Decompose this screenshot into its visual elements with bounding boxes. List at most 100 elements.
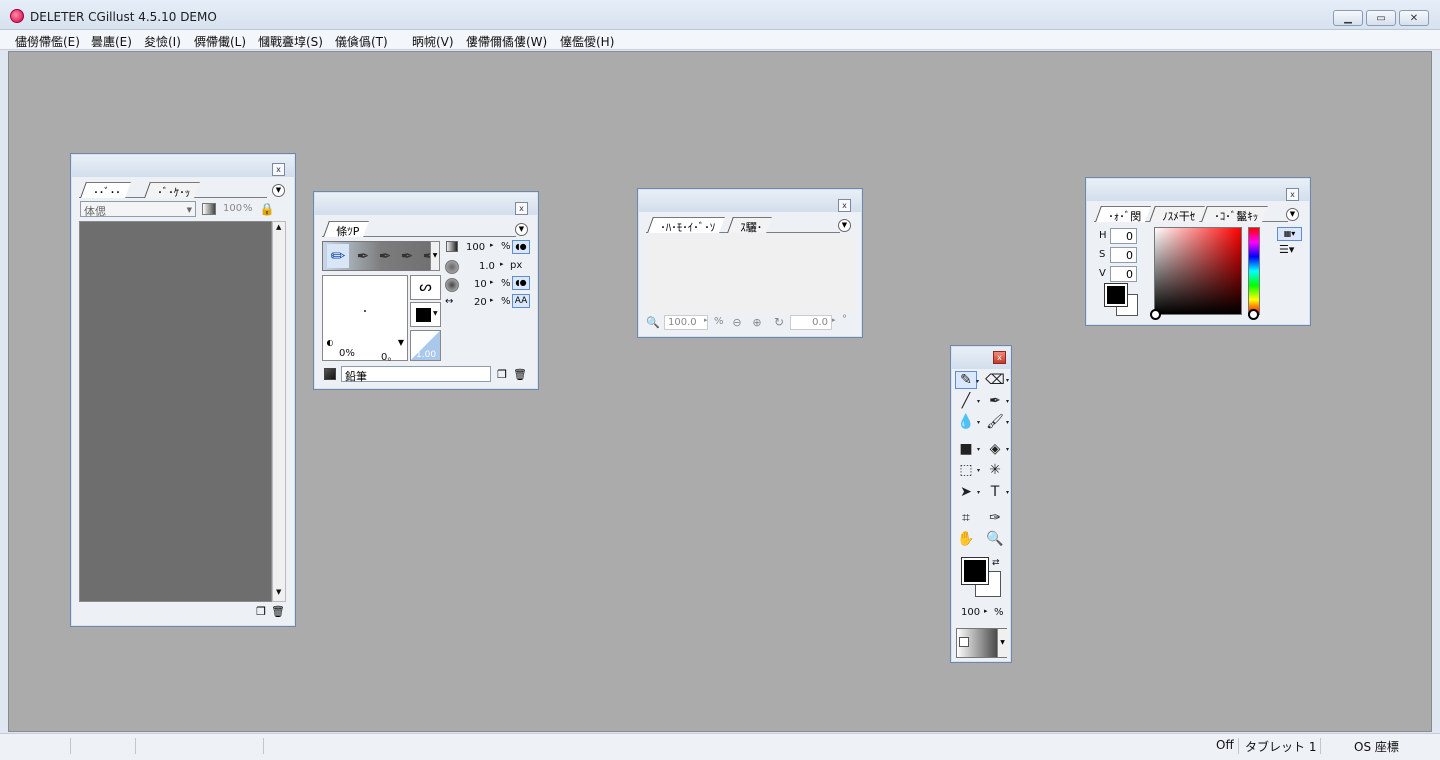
tab-swatches[interactable]: ･ｺ･ﾞ鬣ｷｯ <box>1201 206 1268 223</box>
brush-color-button[interactable]: ▼ <box>410 302 441 327</box>
brush-tip-icon[interactable]: ✒ <box>375 244 395 268</box>
pressure-toggle-icon[interactable]: ◖● <box>512 276 530 290</box>
trash-icon[interactable]: 🗑 <box>513 366 527 382</box>
airbrush-tool-icon[interactable]: ✒ ▾ <box>984 392 1009 410</box>
zoom-out-icon[interactable]: ⊖ <box>730 315 744 329</box>
spacing-toggle-icon[interactable]: AA <box>512 294 530 308</box>
lock-icon[interactable]: 🔒 <box>259 201 275 217</box>
tab-channel[interactable]: ･ﾞ･ｹ･ｯ <box>144 182 200 199</box>
hand-tool-icon[interactable]: ✋ <box>955 530 977 548</box>
angle-field[interactable]: 0.0 <box>790 315 832 330</box>
zoom-in-icon[interactable]: ⊕ <box>750 315 764 329</box>
close-icon[interactable]: x <box>515 202 528 215</box>
eraser-tool-icon[interactable]: ⌫ ▾ <box>984 371 1009 389</box>
curve-graph[interactable]: 1.00 <box>410 330 441 361</box>
tool-opacity-value[interactable]: 100 <box>961 607 980 618</box>
blur-tool-icon[interactable]: 💧 ▾ <box>955 413 980 431</box>
blend-mode-select[interactable]: 体偲 ▼ <box>80 201 196 218</box>
navigator-preview[interactable] <box>646 235 856 313</box>
gradient-tool-icon[interactable]: ■ ▾ <box>955 440 980 458</box>
zoom-field[interactable]: 100.0 <box>664 315 708 330</box>
pressure-toggle-icon[interactable]: ◖● <box>512 240 530 254</box>
hue-field[interactable]: 0 <box>1110 228 1137 244</box>
brush-opacity-value[interactable]: 100 <box>466 242 485 253</box>
pencil-tip-icon[interactable]: ✏ <box>327 244 349 268</box>
tab-layer[interactable]: ･･ﾞ･･ <box>80 182 131 199</box>
stepper-icon[interactable]: ▸ <box>704 316 708 324</box>
panel-titlebar[interactable] <box>315 193 537 215</box>
tab-color[interactable]: ･ｫ･ﾞ閔 <box>1095 206 1151 223</box>
hue-slider[interactable] <box>1248 227 1260 315</box>
maximize-button[interactable]: ▭ <box>1366 10 1396 26</box>
stepper-icon[interactable]: ▸ <box>490 296 494 304</box>
menu-image[interactable]: 夋憸(I) <box>144 33 181 50</box>
pen-tip-icon[interactable]: ✒ <box>353 244 373 268</box>
pencil-tool-icon[interactable]: ✎ ▾ <box>955 371 979 389</box>
move-tool-icon[interactable]: ➤ ▾ <box>955 483 980 501</box>
menu-layer[interactable]: 僲僀儎(L) <box>194 33 246 50</box>
crop-tool-icon[interactable]: ⌗ <box>955 509 977 527</box>
stepper-icon[interactable]: ▸ <box>500 260 504 268</box>
stepper-icon[interactable]: ▸ <box>490 278 494 286</box>
value-field[interactable]: 0 <box>1110 266 1137 282</box>
panel-menu-icon[interactable]: ▼ <box>1286 208 1299 221</box>
tab-navigator[interactable]: ･ﾊ･ﾓ･ｲ･ﾞ･ｿ <box>647 217 725 234</box>
tab-mixer[interactable]: ﾉｽﾒ干ｾ <box>1149 206 1205 223</box>
close-icon[interactable]: x <box>272 163 285 176</box>
brush-size-value[interactable]: 1.0 <box>479 261 495 272</box>
panel-menu-icon[interactable]: ▼ <box>838 219 851 232</box>
dropdown-icon[interactable]: ▼ <box>997 629 1007 657</box>
new-brush-icon[interactable]: ❐ <box>495 366 509 382</box>
menu-edit[interactable]: 曇廤(E) <box>91 33 132 50</box>
marquee-tool-icon[interactable]: ⬚ ▾ <box>955 461 980 479</box>
close-icon[interactable]: x <box>1286 188 1299 201</box>
panel-titlebar[interactable] <box>639 190 861 212</box>
menu-help[interactable]: 僿儖僾(H) <box>560 33 614 50</box>
menu-window[interactable]: 僂僀儞僪僂(W) <box>466 33 547 50</box>
magic-wand-tool-icon[interactable]: ✳ <box>984 461 1006 479</box>
color-mode-icon[interactable]: ▦▾ <box>1277 227 1302 241</box>
saturation-value-picker[interactable] <box>1154 227 1242 315</box>
sv-picker-handle[interactable] <box>1150 309 1161 320</box>
scroll-up-icon[interactable]: ▲ <box>276 223 281 231</box>
brush-tool-icon[interactable]: 🖌 ▾ <box>984 413 1009 431</box>
scroll-down-icon[interactable]: ▼ <box>276 588 281 596</box>
pressure-curve-button[interactable]: ᔕ <box>410 275 441 300</box>
menu-select[interactable]: 慖戰斖埻(S) <box>258 33 323 50</box>
stepper-icon[interactable]: ▸ <box>832 316 836 324</box>
foreground-color-swatch[interactable] <box>961 557 989 585</box>
tip-dropdown-icon[interactable]: ▼ <box>430 241 440 271</box>
swap-colors-icon[interactable]: ⇄ <box>992 558 1000 568</box>
stepper-icon[interactable]: ▸ <box>984 607 988 615</box>
rotate-left-icon[interactable]: ◐ <box>324 336 336 348</box>
layer-opacity-value[interactable]: 100 <box>223 203 242 214</box>
minimize-button[interactable]: ▁ <box>1333 10 1363 26</box>
panel-menu-icon[interactable]: ▼ <box>515 223 528 236</box>
tab-info[interactable]: ｽ驪･ <box>727 217 772 234</box>
brush-density-value[interactable]: 10 <box>474 279 487 290</box>
hue-slider-handle[interactable] <box>1248 309 1259 320</box>
menu-file[interactable]: 儘僗僀儖(E) <box>15 33 80 50</box>
saturation-field[interactable]: 0 <box>1110 247 1137 263</box>
pen-tool-icon[interactable]: ╱ ▾ <box>955 392 980 410</box>
stepper-icon[interactable]: ▸ <box>490 241 494 249</box>
rotate-icon[interactable]: ↻ <box>772 315 786 329</box>
close-icon[interactable]: x <box>838 199 851 212</box>
panel-titlebar[interactable] <box>1087 179 1309 201</box>
list-menu-icon[interactable]: ☰▾ <box>1279 243 1294 256</box>
eyedropper-tool-icon[interactable]: ✑ <box>984 509 1006 527</box>
tab-brush[interactable]: 條ﾂP <box>323 221 370 238</box>
new-layer-icon[interactable]: ❐ <box>254 604 268 618</box>
brush-tip-strip[interactable]: ✏ ✒ ✒ ✒ ✒ <box>322 241 440 271</box>
panel-titlebar[interactable] <box>72 155 294 177</box>
gradient-preset-selector[interactable]: ▼ <box>956 628 1007 658</box>
trash-icon[interactable]: 🗑 <box>271 604 285 618</box>
brush-name-field[interactable]: 鉛筆 <box>341 366 491 383</box>
dropdown-icon[interactable]: ▼ <box>395 336 407 348</box>
foreground-color-swatch[interactable] <box>1104 283 1128 307</box>
layer-scrollbar[interactable]: ▲ ▼ <box>272 221 286 602</box>
fill-tool-icon[interactable]: ◈ ▾ <box>984 440 1009 458</box>
layer-list[interactable] <box>79 221 272 602</box>
zoom-tool-icon[interactable]: 🔍 <box>984 530 1006 548</box>
menu-vector[interactable]: 儀僋僞(T) <box>335 33 388 50</box>
